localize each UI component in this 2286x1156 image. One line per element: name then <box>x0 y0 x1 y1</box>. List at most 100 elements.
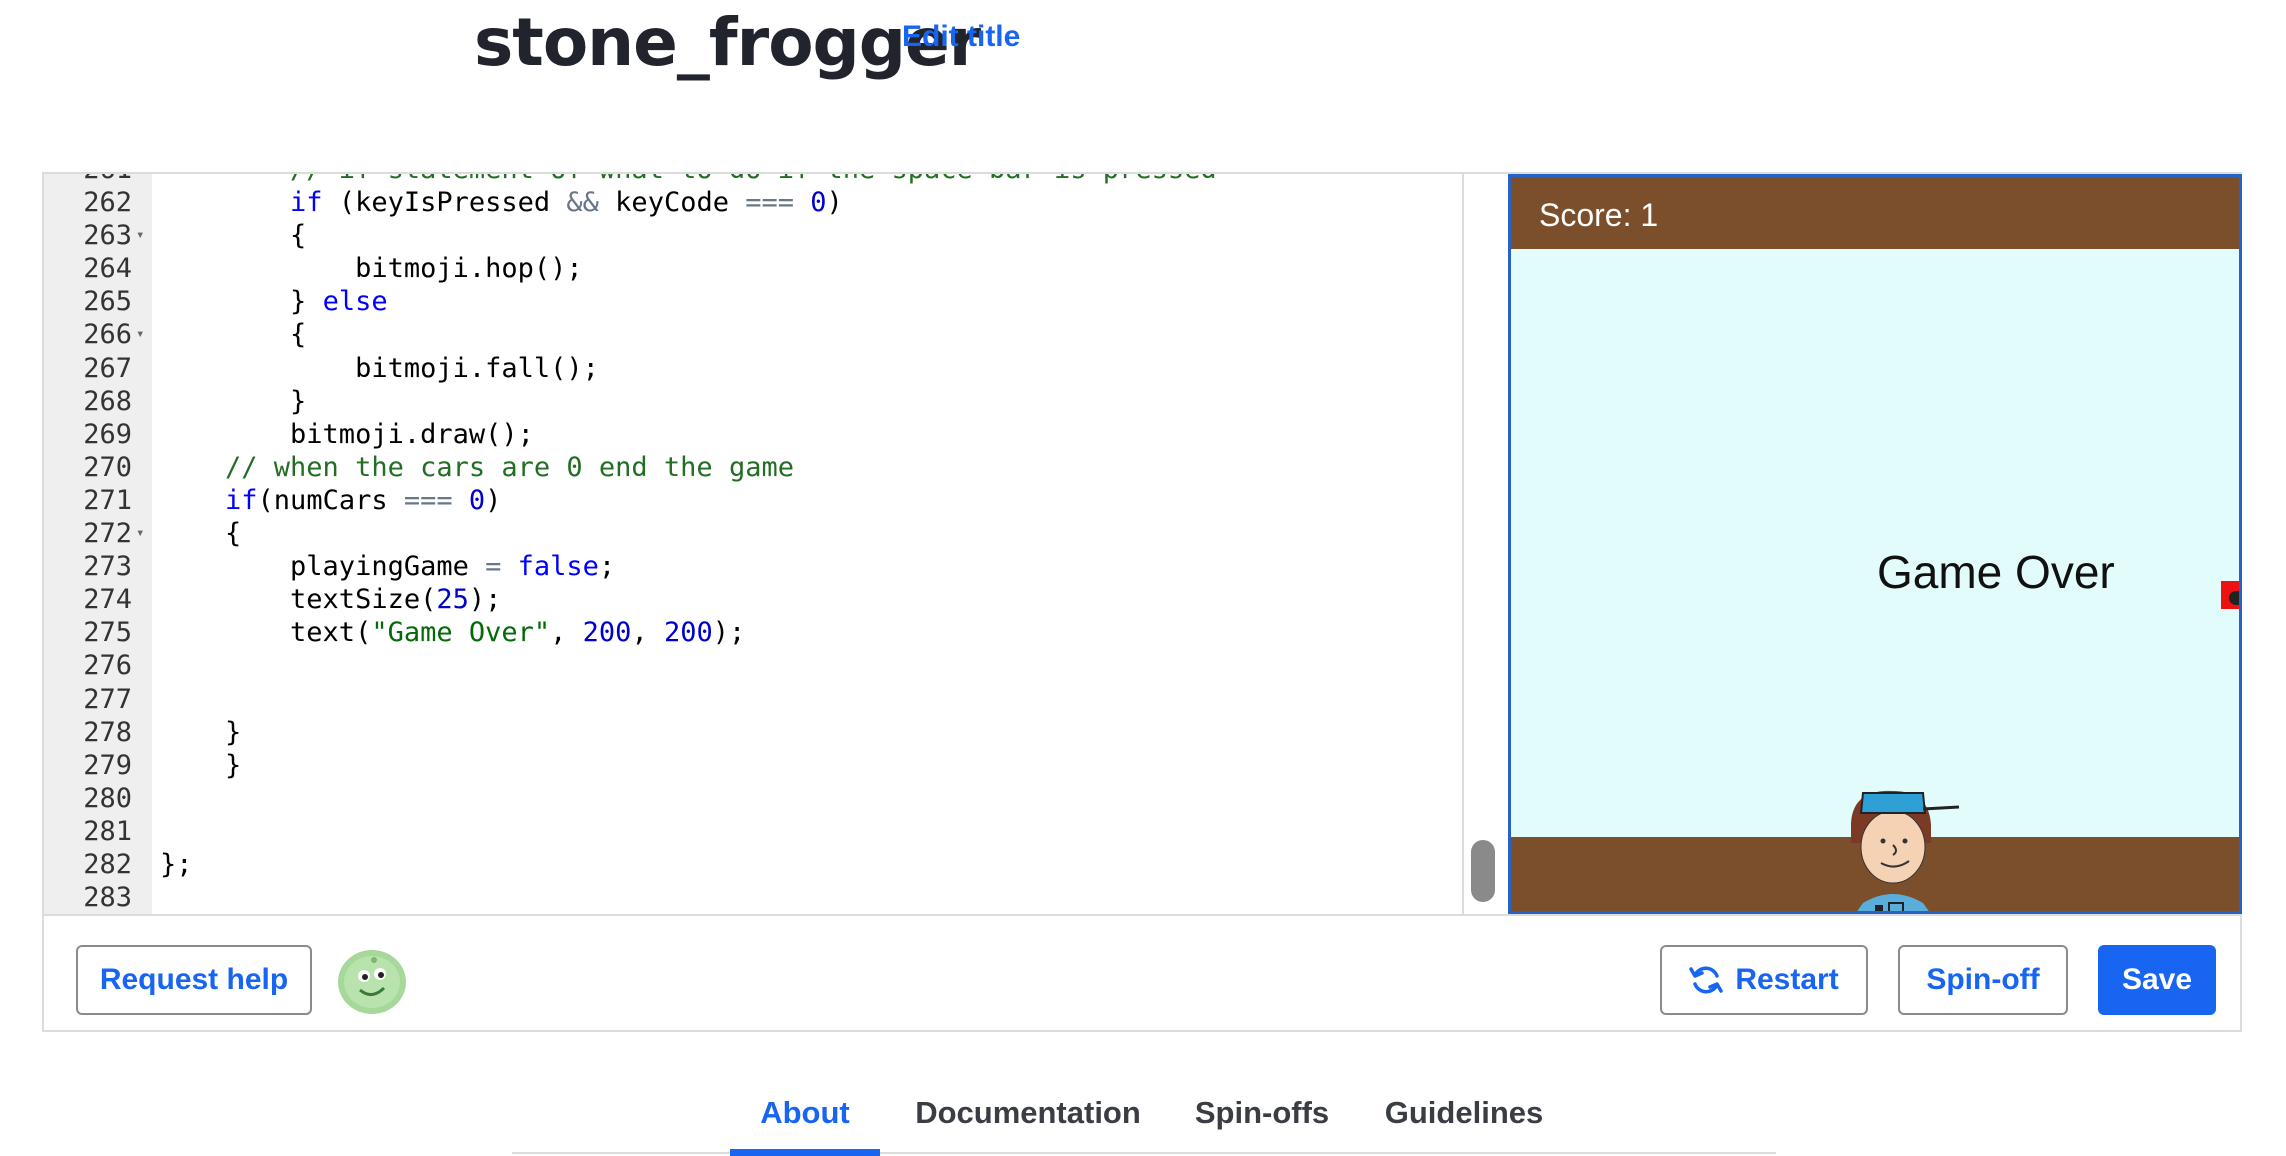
tab-about[interactable]: About <box>730 1082 880 1156</box>
code-line[interactable]: 262 if (keyIsPressed && keyCode === 0) <box>44 186 1462 219</box>
code-line[interactable]: 279 } <box>44 749 1462 782</box>
code-line[interactable]: 281 <box>44 815 1462 848</box>
code-text: text("Game Over", 200, 200); <box>160 616 745 649</box>
code-line[interactable]: 263 ▾ { <box>44 219 1462 252</box>
code-text: // when the cars are 0 end the game <box>160 451 794 484</box>
restart-button[interactable]: Restart <box>1660 945 1868 1015</box>
code-text: bitmoji.draw(); <box>160 418 534 451</box>
code-token: === <box>403 484 453 516</box>
code-line[interactable]: 280 <box>44 782 1462 815</box>
code-text: } else <box>160 285 388 318</box>
code-token: ) <box>485 484 502 516</box>
code-token: playingGame <box>160 551 486 583</box>
code-token: { <box>160 220 307 252</box>
code-text: bitmoji.hop(); <box>160 252 583 285</box>
code-line[interactable]: 267 bitmoji.fall(); <box>44 352 1462 385</box>
code-line[interactable]: 282}; <box>44 848 1462 881</box>
line-number: 268 <box>83 385 132 417</box>
code-text: if(numCars === 0) <box>160 484 501 517</box>
line-number: 281 <box>83 815 132 847</box>
line-number: 266 <box>83 319 132 351</box>
code-line[interactable]: 275 text("Game Over", 200, 200); <box>44 616 1462 649</box>
code-text: textSize(25); <box>160 583 501 616</box>
code-line[interactable]: 270 // when the cars are 0 end the game <box>44 451 1462 484</box>
game-over-text: Game Over <box>1877 546 2115 598</box>
code-line[interactable]: 272 ▾ { <box>44 517 1462 550</box>
code-line[interactable]: 274 textSize(25); <box>44 583 1462 616</box>
code-token: if <box>225 484 258 516</box>
code-token: } <box>160 749 242 781</box>
code-line[interactable]: 283 <box>44 881 1462 914</box>
fold-arrow-icon[interactable]: ▾ <box>136 517 144 550</box>
spin-off-label: Spin-off <box>1926 963 2040 996</box>
line-number: 270 <box>83 451 132 483</box>
tab-label: Guidelines <box>1384 1095 1544 1130</box>
code-lines: 261 // if statement of what to do if the… <box>44 174 1462 914</box>
line-number: 272 <box>83 518 132 550</box>
code-token: } <box>160 286 323 318</box>
editor-panel: 261 // if statement of what to do if the… <box>42 172 2242 1032</box>
code-text: { <box>160 517 241 550</box>
code-token: bitmoji.draw(); <box>160 418 534 450</box>
editor-toolbar: Request help Restart Spin-off Save <box>44 914 2240 1030</box>
line-number: 263 <box>83 220 132 252</box>
line-number: 280 <box>83 782 132 814</box>
line-number: 276 <box>83 650 132 682</box>
code-line[interactable]: 271 if(numCars === 0) <box>44 484 1462 517</box>
code-text: { <box>160 318 306 351</box>
code-token: 0 <box>468 484 486 516</box>
car-wheel <box>2229 591 2239 605</box>
edit-title-link[interactable]: Edit title <box>902 20 1020 54</box>
code-token: false <box>517 551 599 583</box>
fold-arrow-icon[interactable]: ▾ <box>136 219 144 252</box>
code-line[interactable]: 269 bitmoji.draw(); <box>44 418 1462 451</box>
line-number: 279 <box>83 749 132 781</box>
code-token: 200 <box>582 617 632 649</box>
line-number: 277 <box>83 683 132 715</box>
line-number: 273 <box>83 551 132 583</box>
fold-arrow-icon[interactable]: ▾ <box>136 318 144 351</box>
code-line[interactable]: 273 playingGame = false; <box>44 550 1462 583</box>
line-number: 275 <box>83 617 132 649</box>
tab-label: About <box>760 1095 850 1130</box>
code-token: } <box>160 385 307 417</box>
code-editor[interactable]: 261 // if statement of what to do if the… <box>44 174 1464 914</box>
code-line[interactable]: 266 ▾ { <box>44 318 1462 351</box>
code-token: bitmoji.hop(); <box>160 253 583 285</box>
request-help-button[interactable]: Request help <box>76 945 312 1015</box>
avatar-icon[interactable] <box>336 946 408 1016</box>
tab-spin-offs[interactable]: Spin-offs <box>1182 1082 1342 1152</box>
code-line[interactable]: 277 <box>44 683 1462 716</box>
code-token: ); <box>712 617 746 649</box>
code-token: else <box>322 286 388 318</box>
code-token: = <box>485 551 502 583</box>
line-number: 267 <box>83 352 132 384</box>
program-output-canvas[interactable]: Score: 1 Game Over <box>1508 174 2242 914</box>
tab-guidelines[interactable]: Guidelines <box>1374 1082 1554 1152</box>
spin-off-button[interactable]: Spin-off <box>1898 945 2068 1015</box>
editor-scrollbar[interactable] <box>1471 840 1495 902</box>
line-number: 282 <box>83 848 132 880</box>
tab-label: Spin-offs <box>1194 1095 1330 1130</box>
code-line[interactable]: 278 } <box>44 716 1462 749</box>
code-token: 0 <box>810 187 827 219</box>
code-line[interactable]: 268 } <box>44 385 1462 418</box>
save-button[interactable]: Save <box>2098 945 2216 1015</box>
code-line[interactable]: 261 // if statement of what to do if the… <box>44 174 1462 186</box>
code-token: // if statement of what to do if the spa… <box>160 174 1217 185</box>
code-text: // if statement of what to do if the spa… <box>160 174 1217 186</box>
code-text: } <box>160 716 241 749</box>
code-token: { <box>160 319 307 351</box>
tab-label: Documentation <box>915 1095 1141 1130</box>
code-line[interactable]: 276 <box>44 649 1462 682</box>
tab-documentation[interactable]: Documentation <box>908 1082 1148 1152</box>
line-number: 265 <box>83 286 132 318</box>
line-number: 278 <box>83 716 132 748</box>
code-token: (keyIsPressed <box>322 187 567 219</box>
code-line[interactable]: 265 } else <box>44 285 1462 318</box>
code-text: bitmoji.fall(); <box>160 352 599 385</box>
code-line[interactable]: 264 bitmoji.hop(); <box>44 252 1462 285</box>
